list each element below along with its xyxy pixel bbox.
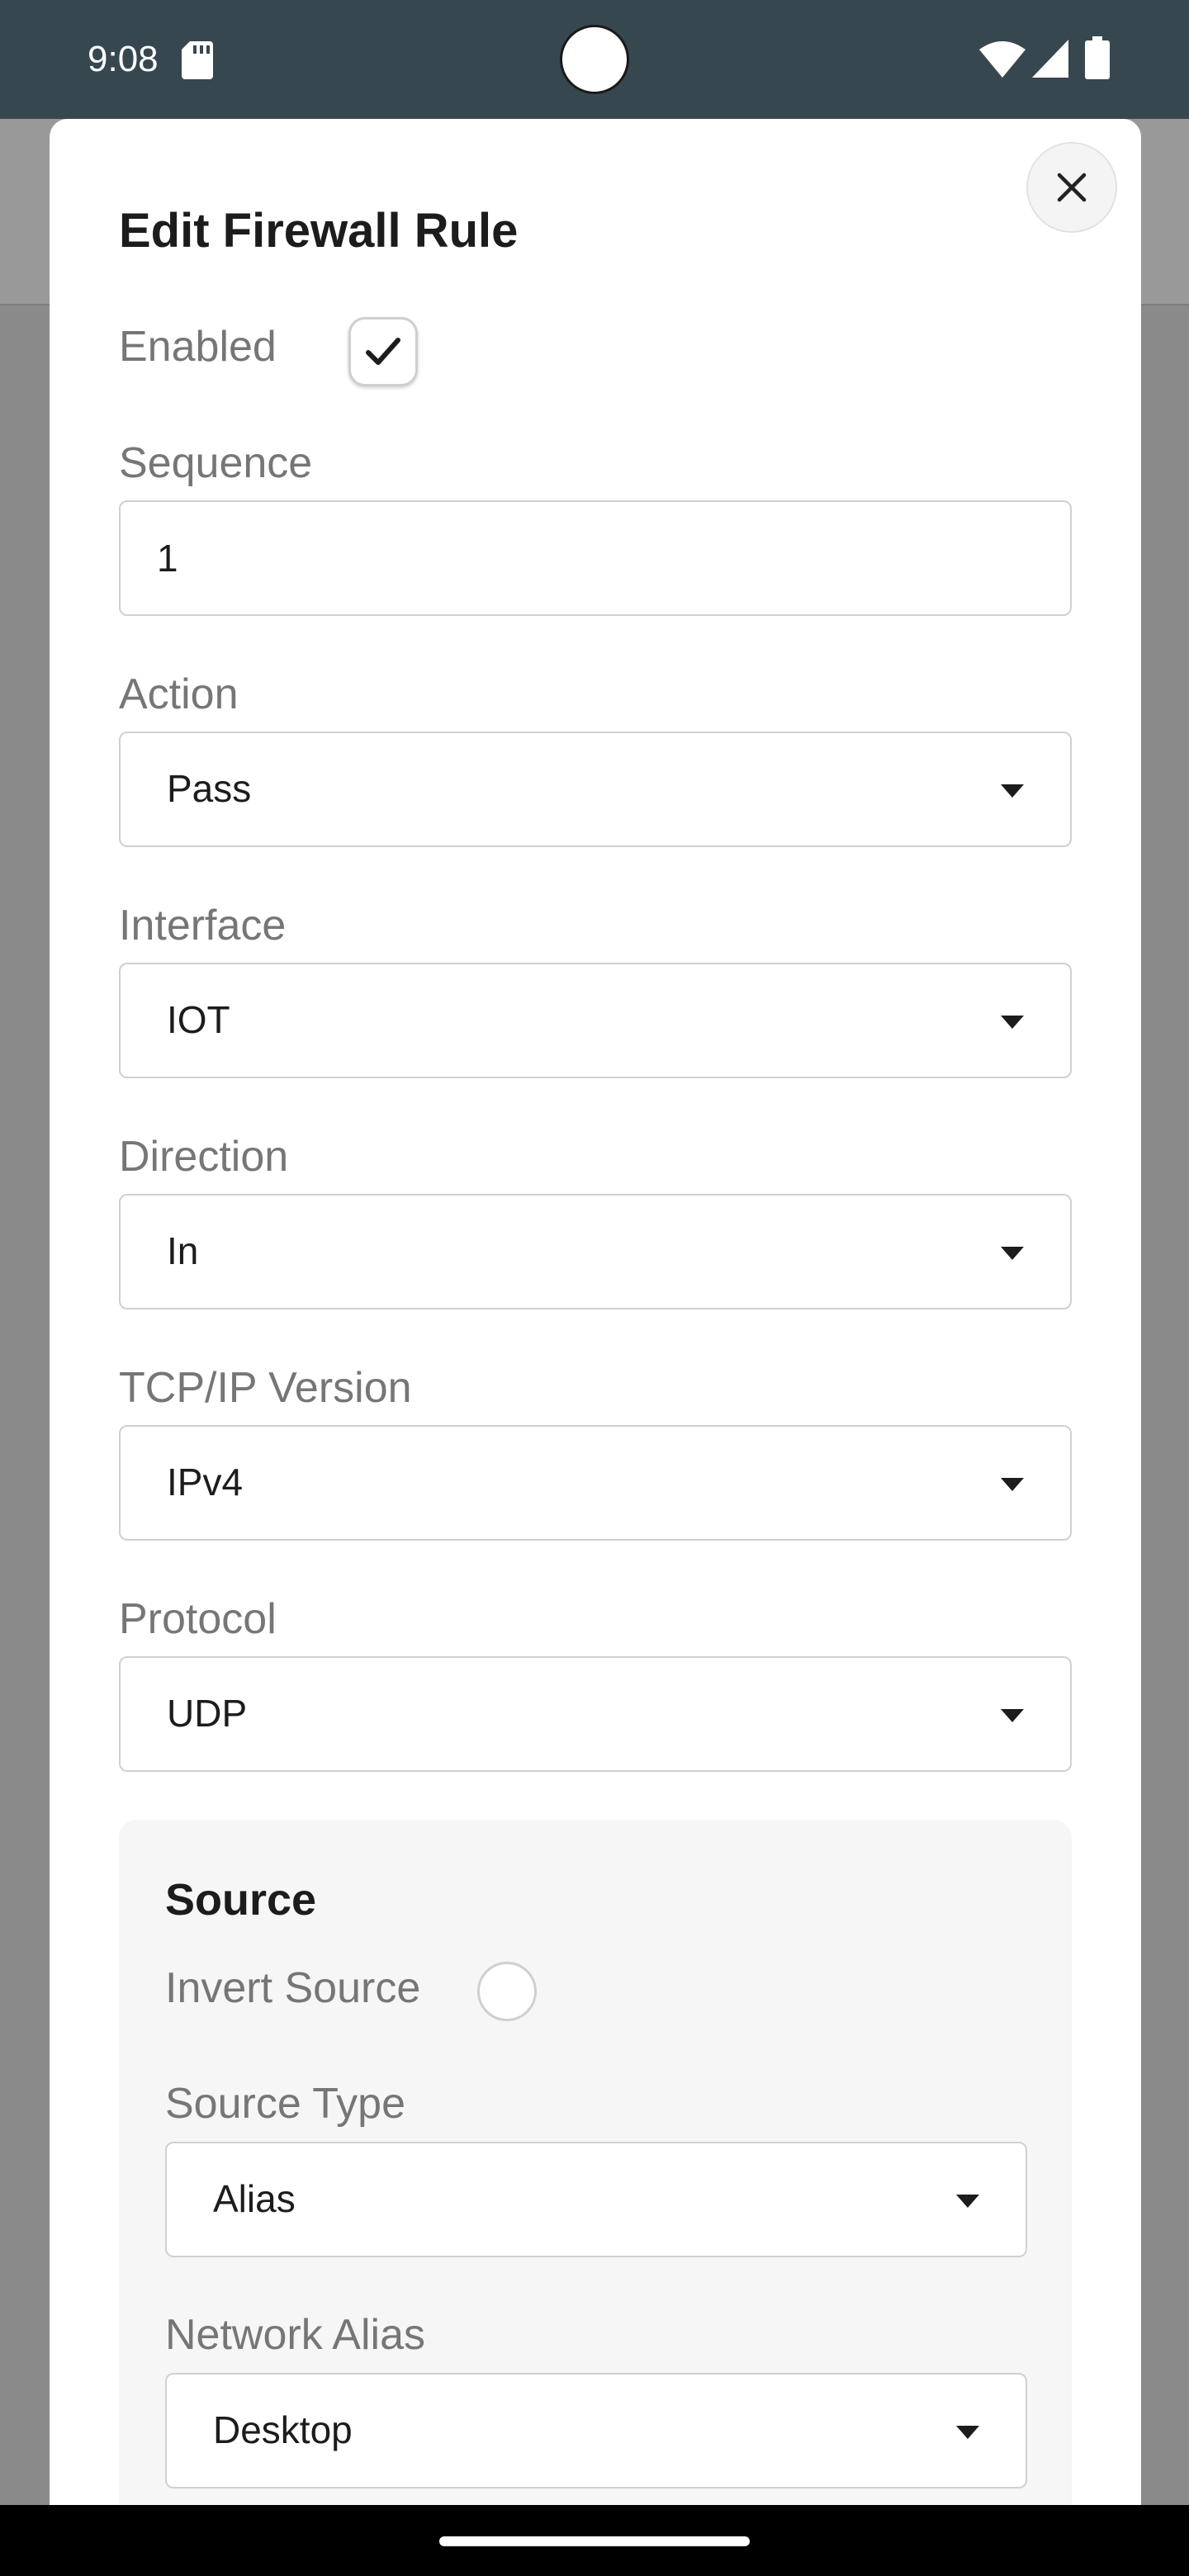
source-section: Source Invert Source Source Type Alias N… — [119, 1820, 1072, 2505]
network-alias-label: Network Alias — [165, 2311, 425, 2359]
enabled-checkbox[interactable] — [348, 317, 418, 386]
home-indicator[interactable] — [439, 2536, 750, 2546]
protocol-select[interactable]: UDP — [119, 1656, 1072, 1772]
network-alias-value: Desktop — [213, 2408, 353, 2451]
close-button[interactable] — [1026, 142, 1117, 233]
status-bar: 9:08 — [0, 0, 1189, 119]
sd-card-icon — [182, 41, 213, 79]
tcpip-version-value: IPv4 — [167, 1461, 244, 1503]
tcpip-version-label: TCP/IP Version — [119, 1364, 412, 1412]
protocol-label: Protocol — [119, 1595, 277, 1643]
source-type-label: Source Type — [165, 2080, 406, 2128]
close-icon — [1057, 173, 1087, 202]
direction-value: In — [167, 1229, 199, 1272]
dropdown-caret-icon — [1001, 1478, 1024, 1491]
direction-select[interactable]: In — [119, 1194, 1072, 1309]
cell-signal-icon — [1032, 40, 1068, 78]
sequence-label: Sequence — [119, 439, 313, 487]
invert-source-toggle[interactable] — [477, 1962, 537, 2021]
dropdown-caret-icon — [956, 2195, 979, 2208]
source-heading: Source — [165, 1875, 317, 1925]
dropdown-caret-icon — [1001, 784, 1024, 798]
network-alias-select[interactable]: Desktop — [165, 2373, 1027, 2488]
interface-value: IOT — [167, 998, 230, 1041]
action-label: Action — [119, 670, 239, 718]
dropdown-caret-icon — [1001, 1016, 1024, 1029]
invert-source-label: Invert Source — [165, 1964, 421, 2012]
checkmark-icon — [366, 338, 400, 365]
enabled-label: Enabled — [119, 323, 277, 371]
action-value: Pass — [167, 767, 252, 810]
action-select[interactable]: Pass — [119, 732, 1072, 847]
dropdown-caret-icon — [1001, 1247, 1024, 1260]
modal-title: Edit Firewall Rule — [119, 204, 519, 258]
interface-label: Interface — [119, 902, 287, 949]
source-type-select[interactable]: Alias — [165, 2142, 1027, 2257]
source-type-value: Alias — [213, 2177, 296, 2220]
interface-select[interactable]: IOT — [119, 963, 1072, 1078]
camera-cutout — [560, 25, 629, 94]
battery-icon — [1085, 36, 1110, 79]
wifi-icon — [979, 41, 1026, 78]
dropdown-caret-icon — [1001, 1709, 1024, 1722]
protocol-value: UDP — [167, 1692, 248, 1735]
edit-firewall-rule-modal: Edit Firewall Rule Enabled Sequence Acti… — [50, 119, 1141, 2505]
sequence-input[interactable] — [119, 500, 1072, 616]
tcpip-version-select[interactable]: IPv4 — [119, 1425, 1072, 1541]
direction-label: Direction — [119, 1133, 289, 1181]
dropdown-caret-icon — [956, 2426, 979, 2439]
status-time: 9:08 — [88, 39, 159, 79]
